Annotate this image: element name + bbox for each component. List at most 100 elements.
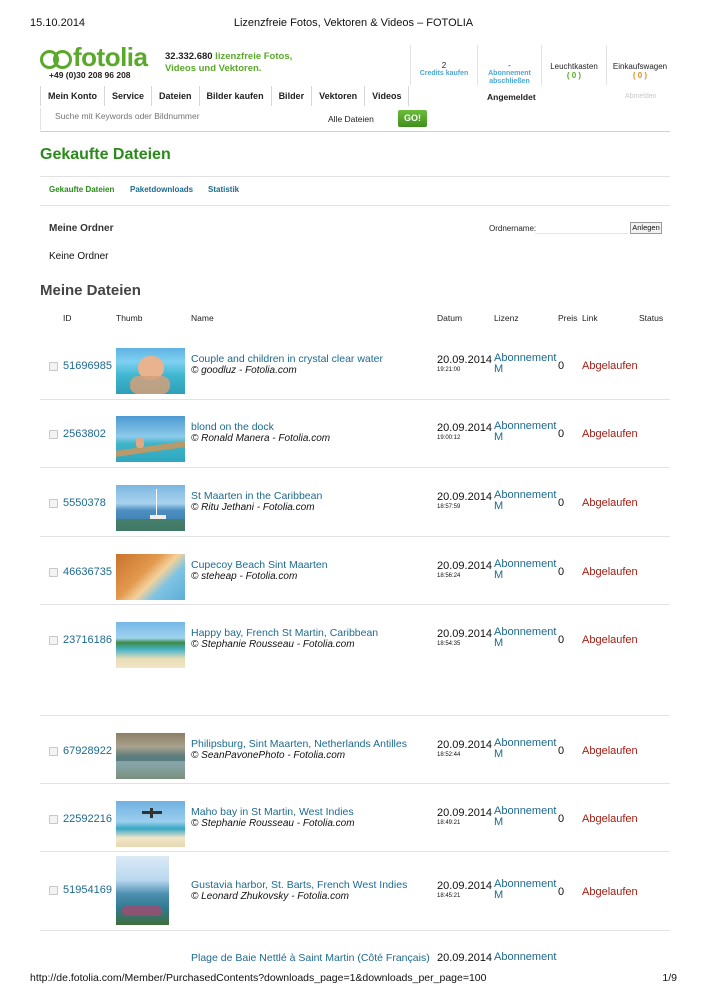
row-license-link[interactable]: Abonnement M	[494, 421, 556, 443]
row-divider	[40, 604, 670, 605]
tab-package-downloads[interactable]: Paketdownloads	[130, 185, 193, 194]
divider	[40, 176, 670, 177]
row-file-name-link[interactable]: blond on the dock	[191, 421, 274, 433]
divider	[40, 108, 41, 130]
divider	[477, 45, 478, 85]
row-license-link[interactable]: Abonnement M	[494, 806, 556, 828]
row-license-a: Abonnement	[494, 878, 557, 890]
col-thumb: Thumb	[116, 313, 143, 323]
row-status-expired: Abgelaufen	[582, 497, 638, 509]
row-time: 18:45:21	[437, 893, 461, 899]
folder-name-input[interactable]	[535, 222, 628, 234]
row-thumbnail-image[interactable]	[116, 733, 185, 779]
row-thumbnail-image[interactable]	[116, 554, 185, 600]
row-status-expired: Abgelaufen	[582, 566, 638, 578]
row-license-a: Abonnement	[494, 489, 557, 501]
subscription-link[interactable]: Abonnement abschließen	[479, 70, 540, 86]
nav-files[interactable]: Dateien	[152, 86, 200, 106]
cart-count: ( 0 )	[632, 71, 648, 80]
row-license-a: Abonnement	[494, 626, 557, 638]
row-file-name-link[interactable]: Maho bay in St Martin, West Indies	[191, 806, 354, 818]
logo-ring-icon	[53, 50, 72, 69]
row-status-expired: Abgelaufen	[582, 428, 638, 440]
row-checkbox[interactable]	[49, 430, 58, 439]
row-time: 19:00:12	[437, 435, 461, 441]
nav-service[interactable]: Service	[105, 86, 153, 106]
subscription-block[interactable]: - Abonnement abschließen	[479, 61, 540, 86]
row-license-link[interactable]: Abonnement M	[494, 490, 556, 512]
row-checkbox[interactable]	[49, 636, 58, 645]
row-id[interactable]: 67928922	[63, 745, 112, 757]
row-license-a: Abonnement	[494, 420, 557, 432]
row-file-name-link[interactable]: Happy bay, French St Martin, Caribbean	[191, 627, 378, 639]
search-input[interactable]	[55, 109, 315, 123]
nav-images[interactable]: Bilder	[271, 86, 313, 106]
col-link: Link	[582, 313, 598, 323]
cart-label: Einkaufswagen	[612, 62, 668, 71]
row-id[interactable]: 46636735	[63, 566, 112, 578]
row-file-name-link[interactable]: Gustavia harbor, St. Barts, French West …	[191, 879, 407, 891]
col-name[interactable]: Name	[191, 313, 214, 323]
row-license-link[interactable]: Abonnement M	[494, 353, 556, 375]
tab-statistics[interactable]: Statistik	[208, 185, 239, 194]
row-checkbox[interactable]	[49, 815, 58, 824]
row-file-name-link[interactable]: Couple and children in crystal clear wat…	[191, 353, 383, 365]
row-thumbnail-image[interactable]	[116, 622, 185, 668]
row-credit: © steheap - Fotolia.com	[191, 571, 298, 582]
search-scope-select[interactable]: Alle Dateien	[328, 114, 374, 124]
row-checkbox[interactable]	[49, 362, 58, 371]
lightbox-block[interactable]: Leuchtkasten ( 0 )	[543, 62, 605, 80]
row-checkbox[interactable]	[49, 747, 58, 756]
row-file-name-link[interactable]: St Maarten in the Caribbean	[191, 490, 322, 502]
row-thumbnail-image[interactable]	[116, 801, 185, 847]
row-price: 0	[558, 428, 565, 440]
table-row-partial-name[interactable]: Plage de Baie Nettlé à Saint Martin (Côt…	[191, 952, 430, 964]
row-checkbox[interactable]	[49, 886, 58, 895]
row-thumbnail-image[interactable]	[116, 485, 185, 531]
print-title: Lizenzfreie Fotos, Vektoren & Videos – F…	[233, 17, 474, 29]
fotolia-logo[interactable]: fotolia	[40, 42, 150, 72]
files-heading: Meine Dateien	[40, 282, 141, 299]
col-date[interactable]: Datum	[437, 313, 462, 323]
row-id[interactable]: 51954169	[63, 884, 112, 896]
nav-buy-images[interactable]: Bilder kaufen	[199, 86, 272, 106]
row-date: 20.09.2014	[437, 628, 493, 640]
logout-link[interactable]: Abmelden	[625, 93, 657, 100]
row-thumbnail-image[interactable]	[116, 416, 185, 462]
row-thumbnail-image[interactable]	[116, 348, 185, 394]
col-id[interactable]: ID	[63, 313, 72, 323]
row-divider	[40, 930, 670, 931]
tab-purchased-files[interactable]: Gekaufte Dateien	[49, 185, 114, 194]
create-folder-button[interactable]: Anlegen	[630, 222, 662, 234]
col-price: Preis	[558, 313, 578, 323]
row-id[interactable]: 22592216	[63, 813, 112, 825]
row-checkbox[interactable]	[49, 568, 58, 577]
col-status: Status	[639, 313, 664, 323]
row-file-name-link[interactable]: Cupecoy Beach Sint Maarten	[191, 559, 328, 571]
row-id[interactable]: 23716186	[63, 634, 112, 646]
row-price: 0	[558, 813, 565, 825]
lightbox-count: ( 0 )	[566, 71, 582, 80]
search-go-button[interactable]: GO!	[398, 110, 427, 127]
table-row-partial-license[interactable]: Abonnement	[494, 952, 556, 963]
row-license-link[interactable]: Abonnement M	[494, 627, 556, 649]
cart-block[interactable]: Einkaufswagen ( 0 )	[608, 62, 672, 80]
row-license-link[interactable]: Abonnement M	[494, 879, 556, 901]
credits-buy-link[interactable]: Credits kaufen	[412, 70, 476, 77]
subscription-count: -	[508, 61, 511, 70]
nav-videos[interactable]: Videos	[365, 86, 410, 106]
row-id[interactable]: 2563802	[63, 428, 106, 440]
subscription-label-a: Abonnement	[488, 70, 531, 77]
row-id[interactable]: 5550378	[63, 497, 106, 509]
nav-my-account[interactable]: Mein Konto	[41, 86, 105, 106]
row-file-name-link[interactable]: Philipsburg, Sint Maarten, Netherlands A…	[191, 738, 407, 750]
credits-block[interactable]: 2 Credits kaufen	[412, 61, 476, 77]
folder-name-label: Ordnername:	[489, 224, 537, 233]
row-thumbnail-image[interactable]	[116, 856, 169, 925]
nav-vectors[interactable]: Vektoren	[312, 86, 366, 106]
row-price: 0	[558, 360, 565, 372]
row-license-link[interactable]: Abonnement M	[494, 559, 556, 581]
row-license-link[interactable]: Abonnement M	[494, 738, 556, 760]
row-id[interactable]: 51696985	[63, 360, 112, 372]
row-checkbox[interactable]	[49, 499, 58, 508]
